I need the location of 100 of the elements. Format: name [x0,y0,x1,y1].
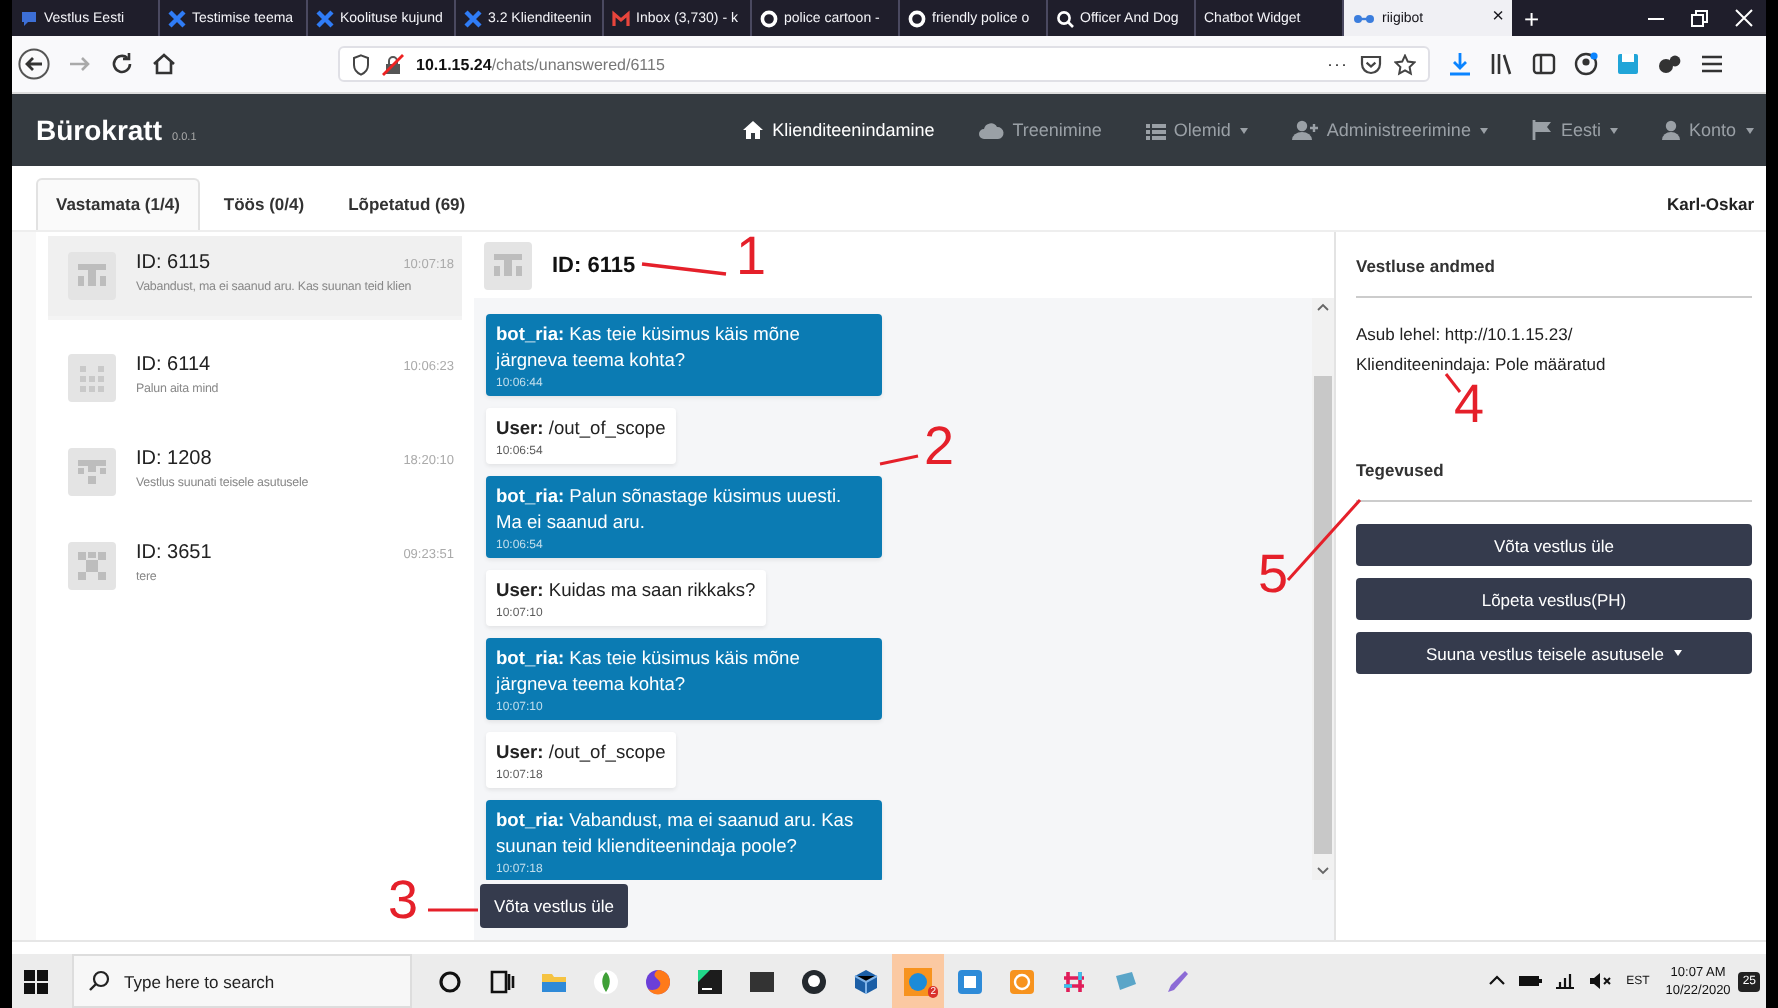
chat-tab[interactable]: Lõpetatud (69) [328,178,486,230]
scrollbar-thumb[interactable] [1314,376,1332,854]
leaf-icon[interactable] [592,967,620,995]
user-name: Karl-Oskar [1667,194,1754,214]
nav-link[interactable]: Administreerimine [1292,120,1489,140]
leader-line [640,260,728,278]
taskbar-search-field[interactable]: Type here to search [72,954,412,1008]
shield-icon [352,53,370,75]
brush-icon[interactable] [1164,967,1192,995]
search-icon [1056,9,1074,27]
cross-icon [464,9,482,27]
message-text: User: /out_of_scope [496,740,666,766]
detail-text: Asub lehel: http://10.1.15.23/ [1356,322,1573,348]
nav-link[interactable]: Treenimine [978,120,1102,140]
nav-link[interactable]: Klienditeenindamine [742,120,935,140]
hash-icon[interactable] [1060,967,1088,995]
leader-line [1286,498,1362,582]
annotation-number: 1 [736,230,767,284]
cube-icon[interactable] [852,967,880,995]
star-icon[interactable] [1394,53,1416,75]
detail-text: Klienditeenindaja: Pole määratud [1356,352,1606,378]
restore-icon[interactable] [1690,8,1710,28]
menu-icon[interactable] [1700,52,1724,76]
address-bar[interactable]: 10.1.15.24/chats/unanswered/6115 ··· [338,46,1430,82]
windows-start-icon[interactable] [24,969,48,993]
task-view-icon[interactable] [488,967,516,995]
avatar-icon [68,252,116,300]
page-actions-button[interactable]: ··· [1327,54,1348,74]
section-title: Tegevused [1356,460,1444,480]
insecure-lock-icon [382,53,404,75]
network-icon[interactable] [1554,972,1577,990]
octocat-circle-icon[interactable] [800,967,828,995]
cloud-icon [978,121,1005,139]
search-icon [88,970,110,992]
annotation-number: 2 [924,420,955,474]
avatar-icon [68,354,116,402]
cross-icon [316,9,334,27]
chat-id: ID: 6114 [136,354,211,376]
chat-bubble-icon [20,9,38,27]
annotation-number: 4 [1454,378,1485,432]
battery-icon[interactable] [1518,972,1543,990]
chat-id: ID: 6115 [136,252,211,274]
action-button[interactable]: Võta vestlus üle [1356,524,1752,566]
speaker-muted-icon[interactable] [1588,972,1613,990]
save-icon[interactable] [1616,52,1640,76]
back-icon[interactable] [18,48,50,80]
code-editor-icon[interactable] [696,967,724,995]
download-icon[interactable] [1448,52,1472,76]
chat-id: ID: 3651 [136,542,212,564]
leader-line [878,452,920,468]
new-tab-button[interactable]: + [1524,5,1540,31]
mail-icon [612,9,630,27]
annotation-number: 3 [388,874,419,928]
home-icon [742,120,765,140]
section-title: Vestluse andmed [1356,256,1495,276]
message-text: bot_ria: Vabandust, ma ei saanud aru. Kas suunan teid klienditeenindaja poole? [496,808,856,860]
close-icon[interactable] [1734,8,1754,28]
sidebar-icon[interactable] [1532,52,1556,76]
pocket-icon[interactable] [1360,53,1382,75]
globe-icon[interactable] [644,967,672,995]
message-text: bot_ria: Kas teie küsimus käis mõne järgneva teema kohta? [496,322,802,374]
terminal-icon[interactable] [748,967,776,995]
extension-icon[interactable] [1658,52,1682,76]
ring-icon [908,9,926,27]
message-text: User: /out_of_scope [496,416,666,442]
avatar-icon [68,542,116,590]
ring-icon[interactable] [436,967,464,995]
shield-app-icon[interactable] [956,967,984,995]
chevron-up-icon[interactable] [1488,972,1507,990]
avatar-icon [484,241,532,289]
account-icon[interactable] [1574,52,1598,76]
cross-icon [168,9,186,27]
action-button[interactable]: Lõpeta vestlus(PH) [1356,578,1752,620]
home-icon[interactable] [152,52,176,76]
annotation-number: 5 [1258,548,1289,602]
chat-tab[interactable]: Töös (0/4) [203,178,325,230]
chat-tab[interactable]: Vastamata (1/4) [36,178,200,230]
scroll-down-icon[interactable] [1316,866,1330,876]
library-icon[interactable] [1490,52,1514,76]
chat-app-icon[interactable] [904,967,932,995]
avatar-icon [68,448,116,496]
chat-id: ID: 1208 [136,448,212,470]
message-text: User: Kuidas ma saan rikkaks? [496,578,756,604]
take-over-button[interactable]: Võta vestlus üle [480,884,629,928]
list-icon [1145,121,1166,139]
app-title[interactable]: Bürokratt [36,114,163,146]
scroll-up-icon[interactable] [1316,302,1330,312]
flag-icon [1532,120,1553,140]
user-icon [1662,120,1681,140]
link-icon [1352,9,1376,27]
message-text: bot_ria: Palun sõnastage küsimus uuesti. Ma ei saanud aru. [496,484,844,536]
action-button[interactable]: Suuna vestlus teisele asutusele [1356,632,1752,674]
reload-icon[interactable] [110,52,134,76]
nav-link[interactable]: Eesti [1532,120,1619,140]
scrollbar[interactable] [1312,298,1334,880]
user-plus-icon [1292,120,1319,140]
nav-link[interactable]: Konto [1662,120,1754,140]
chat-title: ID: 6115 [552,253,636,277]
close-tab-button[interactable]: × [1492,8,1504,28]
nav-link[interactable]: Olemid [1145,120,1249,140]
